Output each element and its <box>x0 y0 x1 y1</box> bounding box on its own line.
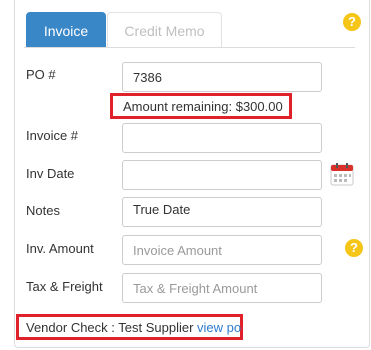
tax-freight-input[interactable] <box>122 273 322 303</box>
calendar-icon[interactable] <box>330 162 354 186</box>
amount-remaining-highlight: Amount remaining: $300.00 <box>110 93 292 119</box>
notes-label: Notes <box>26 203 60 218</box>
help-icon[interactable]: ? <box>345 239 363 257</box>
tab-invoice[interactable]: Invoice <box>26 12 106 48</box>
vendor-check-line: Vendor Check : Test Supplier view po <box>26 319 241 336</box>
inv-amount-label: Inv. Amount <box>26 241 94 256</box>
vendor-check-highlight: Vendor Check : Test Supplier view po <box>16 314 243 340</box>
po-input[interactable] <box>122 62 322 92</box>
tab-divider <box>24 47 355 48</box>
po-label: PO # <box>26 67 56 82</box>
view-po-link[interactable]: view po <box>197 320 241 335</box>
inv-date-input[interactable] <box>122 160 322 190</box>
help-icon[interactable]: ? <box>343 13 361 31</box>
tax-freight-label: Tax & Freight <box>26 279 103 294</box>
invoice-number-input[interactable] <box>122 123 322 153</box>
tab-credit-memo[interactable]: Credit Memo <box>107 12 222 48</box>
amount-remaining-text: Amount remaining: $300.00 <box>123 99 283 114</box>
vendor-check-text: Vendor Check : Test Supplier <box>26 320 194 335</box>
inv-date-label: Inv Date <box>26 166 75 181</box>
inv-amount-input[interactable] <box>122 235 322 265</box>
notes-input[interactable]: True Date <box>122 197 322 227</box>
invoice-number-label: Invoice # <box>26 128 79 143</box>
